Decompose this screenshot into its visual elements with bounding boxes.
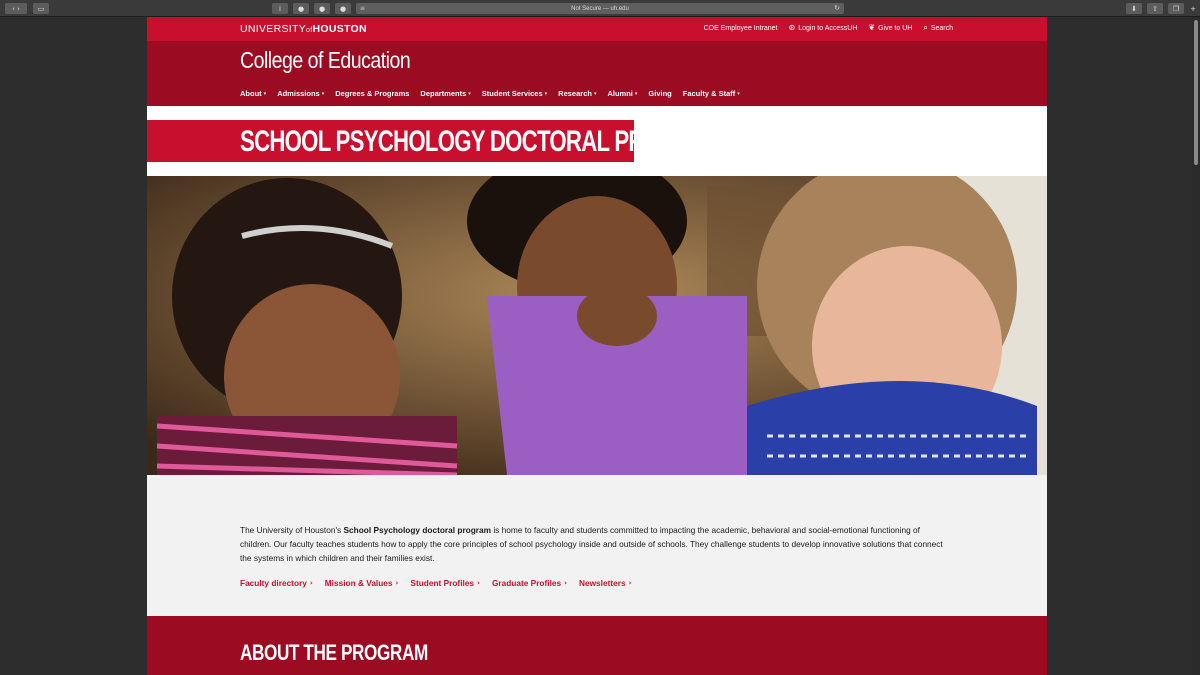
accessuh-link[interactable]: ⊛ Login to AccessUH bbox=[789, 24, 858, 32]
intro-section: The University of Houston's School Psych… bbox=[147, 475, 1047, 616]
chevron-right-icon: › bbox=[477, 579, 480, 587]
utility-bar: UNIVERSITYofHOUSTON COE Employee Intrane… bbox=[147, 17, 1047, 41]
accessuh-icon: ⊛ bbox=[788, 23, 796, 32]
chevron-right-icon: › bbox=[628, 579, 632, 587]
chevron-down-icon: ▾ bbox=[468, 90, 471, 97]
sidebar-icon: ▭ bbox=[37, 4, 45, 13]
hero-image bbox=[147, 176, 1047, 475]
tabs-icon: ❐ bbox=[1172, 4, 1180, 13]
extension-icon: ● bbox=[339, 4, 347, 13]
chevron-right-icon: › bbox=[564, 579, 567, 587]
page-title: SCHOOL PSYCHOLOGY DOCTORAL PROGRAM bbox=[240, 125, 726, 158]
share-icon: ⇧ bbox=[1152, 4, 1158, 13]
info-icon: i bbox=[279, 4, 281, 13]
plus-icon: + bbox=[1190, 4, 1196, 13]
intro-paragraph: The University of Houston's School Psych… bbox=[240, 525, 943, 563]
utility-links: COE Employee Intranet ⊛ Login to AccessUH… bbox=[704, 24, 953, 32]
reader-icon[interactable]: ≡ bbox=[360, 3, 365, 14]
back-forward-buttons[interactable]: ‹ › bbox=[5, 3, 27, 14]
chevron-right-icon: › bbox=[309, 579, 313, 587]
chevron-down-icon: ▾ bbox=[737, 90, 740, 97]
nav-item-giving[interactable]: Giving bbox=[648, 89, 671, 98]
chevron-down-icon: ▾ bbox=[593, 90, 597, 97]
web-page: UNIVERSITYofHOUSTON COE Employee Intrane… bbox=[147, 17, 1047, 675]
back-icon[interactable]: ‹ bbox=[12, 5, 15, 13]
search-icon: ⌕ bbox=[923, 23, 928, 32]
download-icon: ⬇ bbox=[1131, 4, 1137, 13]
tabs-button[interactable]: ❐ bbox=[1168, 3, 1184, 14]
chevron-down-icon: ▾ bbox=[544, 90, 548, 97]
newsletters-link[interactable]: Newsletters › bbox=[579, 578, 631, 588]
nav-item-admissions[interactable]: Admissions ▾ bbox=[277, 89, 324, 98]
chevron-down-icon: ▾ bbox=[321, 90, 325, 97]
college-title[interactable]: College of Education bbox=[240, 47, 411, 74]
new-tab-button[interactable]: + bbox=[1188, 3, 1198, 14]
chevron-down-icon: ▾ bbox=[634, 90, 638, 97]
main-nav: About ▾ Admissions ▾ Degrees & Programs De… bbox=[240, 89, 740, 98]
extension-button-1[interactable]: i bbox=[272, 3, 288, 14]
nav-item-departments[interactable]: Departments ▾ bbox=[420, 89, 470, 98]
extension-button-2[interactable]: ● bbox=[293, 3, 309, 14]
downloads-button[interactable]: ⬇ bbox=[1126, 3, 1142, 14]
faculty-directory-link[interactable]: Faculty directory › bbox=[240, 578, 313, 588]
employee-intranet-link[interactable]: COE Employee Intranet bbox=[704, 24, 778, 32]
scrollbar[interactable] bbox=[1192, 17, 1200, 675]
search-link[interactable]: ⌕ Search bbox=[923, 24, 953, 32]
give-link[interactable]: ❦ Give to UH bbox=[868, 24, 912, 32]
share-button[interactable]: ⇧ bbox=[1147, 3, 1163, 14]
pinterest-icon: ● bbox=[297, 4, 305, 13]
nav-item-research[interactable]: Research ▾ bbox=[558, 89, 596, 98]
handshake-icon: ❦ bbox=[868, 23, 876, 32]
quick-links: Faculty directory › Mission & Values › Stu… bbox=[240, 578, 631, 588]
scrollbar-thumb[interactable] bbox=[1194, 20, 1198, 165]
about-section: ABOUT THE PROGRAM bbox=[147, 616, 1047, 675]
uh-logo[interactable]: UNIVERSITYofHOUSTON bbox=[240, 23, 367, 35]
reload-icon[interactable]: ↻ bbox=[834, 3, 840, 14]
sidebar-button[interactable]: ▭ bbox=[33, 3, 49, 14]
nav-item-about[interactable]: About ▾ bbox=[240, 89, 266, 98]
nav-item-degrees-programs[interactable]: Degrees & Programs bbox=[335, 89, 409, 98]
nav-item-student-services[interactable]: Student Services ▾ bbox=[482, 89, 547, 98]
student-profiles-link[interactable]: Student Profiles › bbox=[410, 578, 480, 588]
extension-icon: ● bbox=[318, 4, 326, 13]
hero-photo-illustration bbox=[147, 176, 1047, 475]
forward-icon[interactable]: › bbox=[17, 5, 20, 13]
mission-values-link[interactable]: Mission & Values › bbox=[325, 578, 399, 588]
chevron-right-icon: › bbox=[395, 579, 399, 587]
extension-button-4[interactable]: ● bbox=[335, 3, 351, 14]
address-bar[interactable]: ≡ Not Secure — uh.edu ↻ bbox=[356, 3, 844, 14]
extension-button-3[interactable]: ● bbox=[314, 3, 330, 14]
chevron-down-icon: ▾ bbox=[263, 90, 267, 97]
graduate-profiles-link[interactable]: Graduate Profiles › bbox=[492, 578, 567, 588]
nav-item-faculty-staff[interactable]: Faculty & Staff ▾ bbox=[683, 89, 740, 98]
college-header: College of Education About ▾ Admissions ▾ … bbox=[147, 41, 1047, 106]
about-heading: ABOUT THE PROGRAM bbox=[240, 640, 428, 665]
browser-toolbar: ‹ › ▭ i ● ● ● ≡ Not Secure — uh.edu ↻ ⬇ … bbox=[0, 0, 1200, 17]
page-title-band: SCHOOL PSYCHOLOGY DOCTORAL PROGRAM bbox=[147, 120, 726, 162]
nav-item-alumni[interactable]: Alumni ▾ bbox=[607, 89, 637, 98]
address-text: Not Secure — uh.edu bbox=[571, 5, 629, 12]
